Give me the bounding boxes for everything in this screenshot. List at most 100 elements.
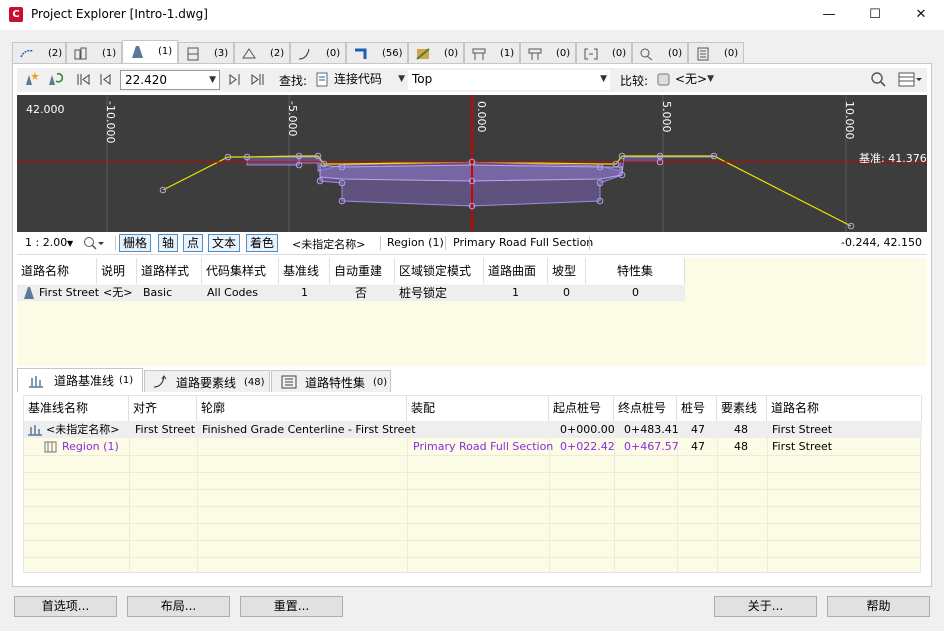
toggle-shading-button[interactable]: 着色 (246, 234, 279, 252)
feature-line-icon (153, 375, 167, 388)
col-assembly[interactable]: 装配 (407, 396, 549, 421)
compare-combo[interactable]: <无> ▼ (671, 70, 717, 90)
corridor-icon (132, 46, 143, 58)
col-property-sets[interactable]: 特性集 (586, 258, 685, 284)
tab-feature-lines[interactable]: (0) (290, 42, 346, 64)
tab-feature-lines-sub[interactable]: 道路要素线 (48) (144, 370, 270, 392)
toggle-axis-button[interactable]: 轴 (158, 234, 179, 252)
col-profile[interactable]: 轮廓 (197, 396, 407, 421)
viewer-toolbar: 22.420 ▼ 查找: 连接代码 ▼ Top ▼ 比较: <无> ▼ (17, 68, 927, 92)
cell-feature-lines: 48 (734, 440, 748, 453)
cell-region-name: Region (1) (62, 440, 119, 453)
last-station-icon[interactable] (249, 71, 266, 88)
cell-end-station: 0+483.41 (624, 423, 679, 436)
table-row[interactable]: <未指定名称> First Street Finished Grade Cent… (24, 421, 922, 438)
corridor-grid-header: 道路名称 说明 道路样式 代码集样式 基准线 自动重建 区域锁定模式 道路曲面 … (17, 258, 685, 284)
scale-selector[interactable]: 1 : 2.00 (25, 236, 67, 249)
col-start-station[interactable]: 起点桩号 (549, 396, 614, 421)
first-station-icon[interactable] (75, 71, 92, 88)
surface-icon (242, 48, 256, 59)
col-baseline-name[interactable]: 基准线名称 (24, 396, 129, 421)
point-icon (640, 48, 653, 61)
divider (380, 236, 381, 250)
find-type-combo[interactable]: 连接代码 ▼ (330, 70, 408, 90)
grid-divider (24, 472, 922, 473)
view-layout-icon[interactable] (897, 71, 923, 88)
cursor-coords: -0.244, 42.150 (841, 236, 922, 249)
help-button[interactable]: 帮助 (827, 596, 930, 617)
table-row[interactable]: First Street <无> Basic All Codes 1 否 桩号锁… (17, 285, 685, 301)
tab-parcels[interactable]: (0) (408, 42, 464, 64)
minimize-button[interactable]: — (806, 0, 852, 30)
col-code-set-style[interactable]: 代码集样式 (202, 258, 279, 284)
cell-code-set-style: All Codes (207, 286, 259, 299)
col-alignment[interactable]: 对齐 (129, 396, 197, 421)
tab-sheets[interactable]: (0) (688, 42, 744, 64)
tab-brackets[interactable]: (0) (576, 42, 632, 64)
section-viewport[interactable]: 42.000 -10.000 -5.000 0.000 5.000 10.000… (17, 95, 927, 232)
tab-profiles[interactable]: (1) (66, 42, 122, 64)
section-icon (187, 47, 199, 61)
tab-surfaces[interactable]: (2) (234, 42, 290, 64)
toggle-points-button[interactable]: 点 (183, 234, 204, 252)
cell-corridor-name: First Street (772, 423, 833, 436)
cell-baseline: 1 (301, 286, 308, 299)
maximize-button[interactable]: ☐ (852, 0, 898, 30)
find-value-combo[interactable]: Top ▼ (408, 70, 610, 90)
reset-button[interactable]: 重置... (240, 596, 343, 617)
col-description[interactable]: 说明 (97, 258, 137, 284)
layout-button[interactable]: 布局... (127, 596, 230, 617)
next-station-icon[interactable] (226, 71, 243, 88)
toggle-text-button[interactable]: 文本 (208, 234, 241, 252)
col-region-lock[interactable]: 区域锁定模式 (395, 258, 484, 284)
chevron-down-icon: ▼ (600, 74, 607, 84)
cell-description: <无> (103, 286, 133, 299)
col-stations[interactable]: 桩号 (677, 396, 717, 421)
assembly-name: Primary Road Full Section (453, 236, 594, 249)
tab-corridors[interactable]: (1) (122, 40, 178, 65)
tab-baselines[interactable]: 道路基准线 (1) (17, 368, 143, 392)
col-auto-rebuild[interactable]: 自动重建 (330, 258, 395, 284)
col-corridor-name[interactable]: 道路名称 (17, 258, 97, 284)
cell-region-lock: 桩号锁定 (399, 286, 448, 300)
tab-points[interactable]: (0) (632, 42, 688, 64)
tab-property-sets-sub[interactable]: 道路特性集 (0) (271, 370, 391, 392)
zoom-search-icon[interactable] (870, 71, 887, 88)
feature-line-icon (298, 48, 310, 60)
tab-structures-2[interactable]: (0) (520, 42, 576, 64)
title-bar: C Project Explorer [Intro-1.dwg] — ☐ ✕ (0, 0, 944, 30)
col-feature-lines[interactable]: 要素线 (717, 396, 767, 421)
corridor-icon (24, 287, 34, 299)
sheet-icon (697, 47, 709, 61)
x-tick-label: -10.000 (104, 101, 117, 144)
add-star-icon[interactable] (23, 71, 40, 88)
link-code-icon (316, 72, 328, 87)
col-end-station[interactable]: 终点桩号 (614, 396, 677, 421)
col-corridor-surface[interactable]: 道路曲面 (484, 258, 548, 284)
viewer-statusbar: 1 : 2.00 ▼ 栅格 轴 点 文本 着色 <未指定名称> Region (… (17, 232, 927, 255)
tab-pipe-networks[interactable]: (56) (346, 42, 408, 64)
find-label: 查找: (279, 74, 308, 88)
col-baseline[interactable]: 基准线 (279, 258, 330, 284)
tab-sections[interactable]: (3) (178, 42, 234, 64)
chevron-down-icon[interactable]: ▼ (67, 239, 73, 248)
station-combo[interactable]: 22.420 ▼ (120, 70, 220, 90)
col-corridor-name[interactable]: 道路名称 (767, 396, 922, 421)
y-axis-label: 42.000 (26, 103, 65, 116)
parcel-icon (416, 48, 430, 60)
col-slope-pattern[interactable]: 坡型 (548, 258, 586, 284)
section-drawing (17, 95, 927, 232)
tab-alignments[interactable]: (2) (12, 42, 66, 64)
zoom-icon[interactable] (83, 236, 105, 251)
refresh-corridor-icon[interactable] (46, 71, 63, 88)
tab-structures[interactable]: (1) (464, 42, 520, 64)
about-button[interactable]: 关于... (714, 596, 817, 617)
preferences-button[interactable]: 首选项... (14, 596, 117, 617)
col-corridor-style[interactable]: 道路样式 (137, 258, 202, 284)
grid-divider (24, 506, 922, 507)
toggle-grid-button[interactable]: 栅格 (119, 234, 152, 252)
table-row[interactable]: Region (1) Primary Road Full Section 0+0… (24, 438, 922, 455)
previous-station-icon[interactable] (97, 71, 114, 88)
cell-stations: 47 (691, 423, 705, 436)
close-button[interactable]: ✕ (898, 0, 944, 30)
